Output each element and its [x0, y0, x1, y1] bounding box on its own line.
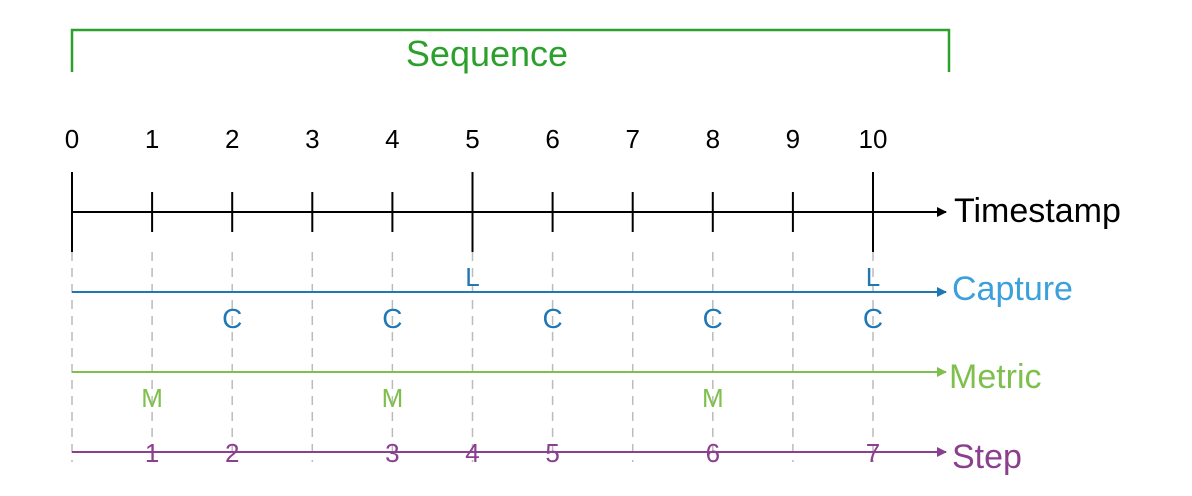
tick-label: 10 — [859, 124, 888, 154]
capture-l-marker: L — [465, 262, 479, 292]
tick-label: 2 — [225, 124, 239, 154]
tick-label: 6 — [545, 124, 559, 154]
step-marker: 2 — [225, 438, 239, 468]
step-marker: 3 — [385, 438, 399, 468]
capture-c-marker: C — [382, 303, 402, 334]
timestamp-axis: Timestamp — [72, 192, 1121, 230]
capture-c-marker: C — [542, 303, 562, 334]
metric-marker: M — [141, 383, 163, 413]
metric-label: Metric — [949, 358, 1042, 396]
tick-label: 4 — [385, 124, 399, 154]
capture-c-marker: C — [703, 303, 723, 334]
capture-l-marker: L — [866, 262, 880, 292]
metric-marker: M — [382, 383, 404, 413]
timestamp-label: Timestamp — [954, 192, 1121, 230]
tick-label: 9 — [786, 124, 800, 154]
tick-label: 5 — [465, 124, 479, 154]
tick-labels: 0 1 2 3 4 5 6 7 8 9 10 — [65, 124, 888, 154]
step-marker: 7 — [866, 438, 880, 468]
metric-track: Metric — [72, 358, 1042, 396]
tick-label: 0 — [65, 124, 79, 154]
tick-label: 7 — [625, 124, 639, 154]
tick-label: 1 — [145, 124, 159, 154]
timeline-diagram: Sequence Timestamp 0 1 2 3 4 5 6 7 8 9 10 Capture … — [65, 28, 1121, 476]
step-label: Step — [952, 438, 1022, 476]
tick-label: 8 — [706, 124, 720, 154]
metric-markers: MMM — [141, 383, 723, 413]
metric-marker: M — [702, 383, 724, 413]
sequence-label: Sequence — [406, 33, 568, 74]
step-marker: 4 — [465, 438, 479, 468]
step-marker: 1 — [145, 438, 159, 468]
tick-label: 3 — [305, 124, 319, 154]
capture-c-marker: C — [222, 303, 242, 334]
step-marker: 5 — [545, 438, 559, 468]
sequence-bracket: Sequence — [70, 28, 951, 74]
step-marker: 6 — [706, 438, 720, 468]
capture-c-marker: C — [863, 303, 883, 334]
capture-label: Capture — [952, 270, 1073, 308]
